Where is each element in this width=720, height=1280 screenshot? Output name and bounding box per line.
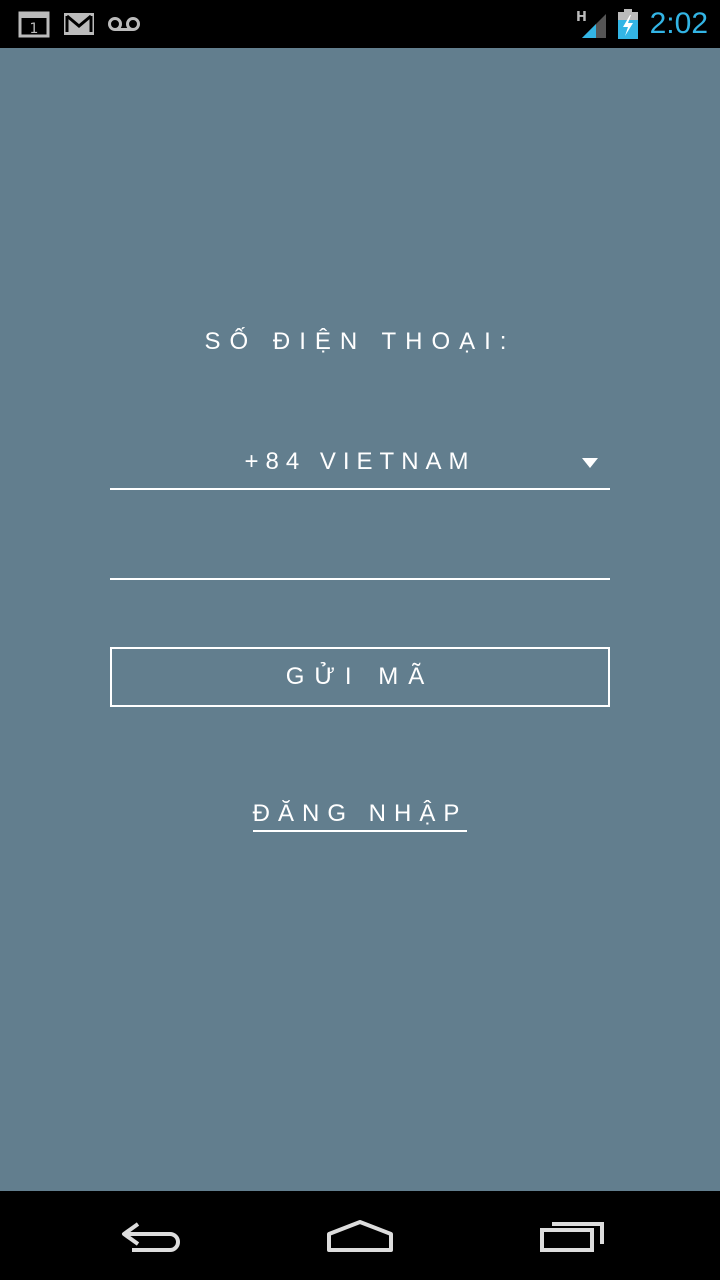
signal-icon: H	[574, 0, 608, 48]
network-type-text: H	[576, 10, 587, 25]
country-code-dropdown[interactable]: +84 VIETNAM	[110, 440, 610, 490]
dropdown-arrow-icon	[582, 458, 598, 468]
home-icon[interactable]	[300, 1191, 420, 1280]
gmail-icon	[63, 0, 95, 48]
country-code-value: +84 VIETNAM	[244, 448, 476, 475]
battery-charging-icon	[617, 0, 639, 48]
send-code-button[interactable]: GỬI MÃ	[110, 647, 610, 707]
back-icon[interactable]	[90, 1191, 210, 1280]
login-link[interactable]: ĐĂNG NHẬP	[252, 800, 468, 832]
phone-number-input[interactable]	[110, 532, 610, 580]
status-bar: 1 H 2:02	[0, 0, 720, 48]
login-screen: SỐ ĐIỆN THOẠI: +84 VIETNAM GỬI MÃ ĐĂNG N…	[0, 48, 720, 1191]
recent-apps-icon[interactable]	[512, 1191, 632, 1280]
calendar-icon: 1	[18, 0, 50, 48]
navigation-bar	[0, 1191, 720, 1280]
login-link-container: ĐĂNG NHẬP	[0, 800, 720, 832]
phone-number-label: SỐ ĐIỆN THOẠI:	[204, 328, 516, 355]
calendar-day-text: 1	[30, 21, 39, 37]
voicemail-icon	[108, 0, 140, 48]
clock-time: 2:02	[649, 7, 708, 40]
